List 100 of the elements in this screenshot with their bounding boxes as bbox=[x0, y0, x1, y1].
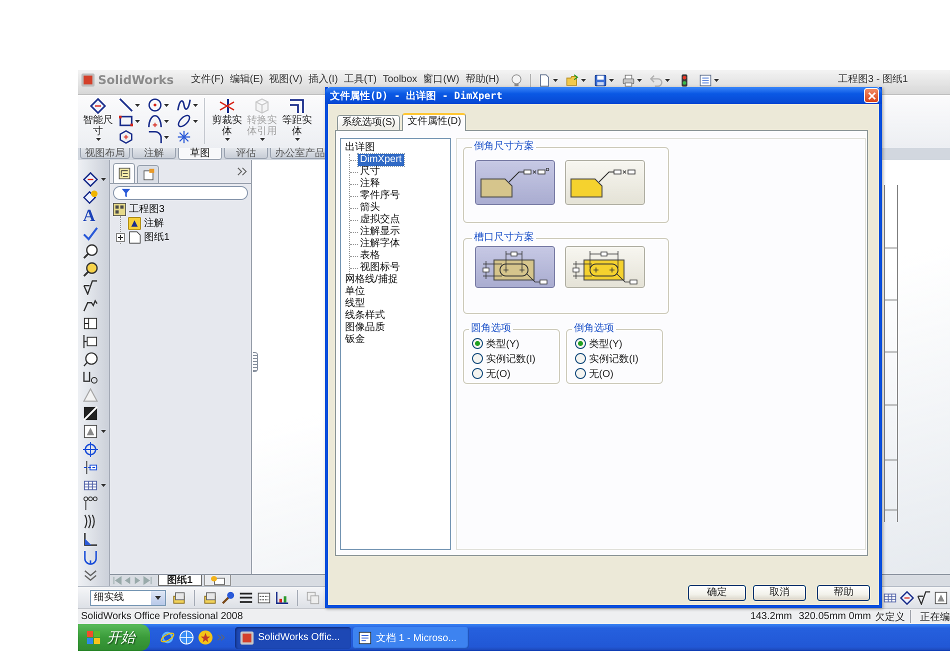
list-icon[interactable] bbox=[699, 74, 712, 86]
caret-icon[interactable] bbox=[164, 120, 169, 122]
corner-icon[interactable] bbox=[148, 130, 162, 144]
printer-icon[interactable] bbox=[622, 74, 636, 86]
radio-icon[interactable] bbox=[575, 353, 586, 364]
check-icon[interactable] bbox=[83, 226, 98, 241]
tab[interactable]: 草图 bbox=[178, 148, 222, 160]
filter-field[interactable] bbox=[113, 186, 248, 200]
radio-button[interactable]: 类型(Y) bbox=[575, 336, 622, 351]
tree-item[interactable]: 尺寸 bbox=[358, 166, 382, 178]
radio-button[interactable]: 实例记数(I) bbox=[575, 351, 638, 366]
panel-tab[interactable] bbox=[137, 165, 159, 183]
add-sheet-tab[interactable] bbox=[204, 575, 231, 586]
radio-icon[interactable] bbox=[575, 338, 586, 349]
tree-icon[interactable] bbox=[118, 167, 130, 180]
tree-item[interactable]: 视图标号 bbox=[358, 262, 402, 274]
table-icon[interactable] bbox=[83, 478, 98, 493]
radio-icon[interactable] bbox=[472, 353, 483, 364]
save-icon[interactable] bbox=[594, 74, 608, 86]
radio-icon[interactable] bbox=[472, 338, 483, 349]
caret-icon[interactable] bbox=[581, 78, 586, 82]
dialog-button[interactable]: 确定 bbox=[688, 585, 746, 601]
tree-item[interactable]: 线条样式 bbox=[343, 310, 387, 322]
radio-button[interactable]: 实例记数(I) bbox=[472, 351, 536, 366]
caret-icon[interactable] bbox=[164, 136, 169, 138]
brush-icon[interactable] bbox=[221, 590, 235, 604]
globe-icon[interactable] bbox=[179, 630, 194, 645]
menu-item[interactable]: 帮助(H) bbox=[462, 73, 502, 87]
axes-icon[interactable] bbox=[275, 590, 289, 604]
menu-item[interactable]: 视图(V) bbox=[266, 73, 306, 87]
caret-icon[interactable] bbox=[135, 104, 140, 106]
note-tool[interactable]: A bbox=[83, 208, 96, 223]
l-shape-icon[interactable] bbox=[83, 532, 98, 547]
caret-icon[interactable] bbox=[714, 78, 720, 82]
caret-icon[interactable] bbox=[193, 104, 198, 106]
rectangle-icon[interactable] bbox=[119, 114, 133, 128]
line-style-dropdown[interactable]: 细实线 bbox=[90, 590, 166, 606]
bracket-box-icon[interactable] bbox=[83, 334, 98, 349]
scheme-option[interactable] bbox=[565, 246, 645, 288]
close-button[interactable] bbox=[864, 88, 879, 103]
hatch-icon[interactable] bbox=[83, 406, 98, 421]
menu-item[interactable]: 工具(T) bbox=[340, 73, 380, 87]
tree-item[interactable]: 工程图3 bbox=[129, 202, 165, 216]
crosshair-icon[interactable] bbox=[83, 442, 98, 457]
diamond-star-icon[interactable] bbox=[83, 190, 98, 205]
tab[interactable]: 文件属性(D) bbox=[402, 113, 466, 131]
line-icon[interactable] bbox=[119, 98, 133, 112]
layers-icon[interactable] bbox=[203, 590, 217, 604]
tree-item[interactable]: 注解字体 bbox=[358, 238, 402, 250]
tab[interactable]: 注解 bbox=[132, 148, 176, 159]
properties-icon[interactable] bbox=[142, 168, 154, 181]
caret-icon[interactable] bbox=[665, 78, 670, 82]
table-icon[interactable] bbox=[883, 590, 897, 604]
caret-icon[interactable] bbox=[101, 484, 106, 487]
add-sheet-icon[interactable] bbox=[210, 576, 225, 584]
caret-icon[interactable] bbox=[164, 104, 169, 106]
star-magnifier-icon[interactable] bbox=[83, 262, 98, 277]
caret-icon[interactable] bbox=[155, 596, 161, 600]
bead-icon[interactable] bbox=[83, 550, 98, 565]
star-icon[interactable] bbox=[198, 630, 213, 645]
offset-lines-icon[interactable] bbox=[289, 98, 305, 114]
command-button[interactable]: 等距实体 bbox=[281, 98, 313, 141]
v-mark-icon[interactable] bbox=[83, 280, 98, 295]
circle-icon[interactable] bbox=[148, 98, 162, 112]
tree-item[interactable]: 注解显示 bbox=[358, 226, 402, 238]
hexagon-icon[interactable] bbox=[119, 130, 133, 144]
tab[interactable]: 视图布局 bbox=[80, 148, 130, 159]
tab[interactable]: 评估 bbox=[224, 148, 268, 159]
block-icon[interactable] bbox=[83, 424, 98, 439]
menu-item[interactable]: 窗口(W) bbox=[420, 73, 462, 87]
crossed-lines-icon[interactable] bbox=[219, 98, 235, 114]
tree-item[interactable]: 零件序号 bbox=[358, 190, 402, 202]
scheme-option[interactable] bbox=[475, 246, 555, 288]
magnifier-icon[interactable] bbox=[83, 244, 98, 259]
ring-icon[interactable] bbox=[83, 352, 98, 367]
close-icon[interactable] bbox=[868, 92, 876, 100]
panel-tab[interactable] bbox=[113, 163, 135, 183]
line-weight-icon[interactable] bbox=[239, 590, 253, 604]
tree-item[interactable]: 钣金 bbox=[343, 334, 367, 346]
v-mark-icon[interactable] bbox=[917, 590, 931, 604]
radio-button[interactable]: 类型(Y) bbox=[472, 336, 520, 351]
menu-item[interactable]: 文件(F) bbox=[188, 73, 227, 87]
caret-icon[interactable] bbox=[101, 178, 106, 181]
diamond-icon[interactable] bbox=[83, 172, 98, 187]
orbit-icon[interactable] bbox=[160, 630, 175, 645]
arc-icon[interactable] bbox=[148, 114, 162, 128]
caret-icon[interactable] bbox=[553, 78, 558, 82]
splitter-handle[interactable] bbox=[253, 352, 258, 372]
ellipse-icon[interactable] bbox=[177, 114, 191, 128]
tree-item[interactable]: 图像品质 bbox=[343, 322, 387, 334]
radio-button[interactable]: 无(O) bbox=[575, 366, 614, 381]
tree-item[interactable]: 单位 bbox=[343, 286, 367, 298]
caret-icon[interactable] bbox=[96, 138, 100, 141]
radio-icon[interactable] bbox=[575, 368, 586, 379]
tree-item[interactable]: 图纸1 bbox=[144, 230, 170, 244]
taskbar-button[interactable]: 文档 1 - Microso... bbox=[353, 626, 469, 648]
taskbar-button[interactable]: SolidWorks Offic... bbox=[235, 626, 351, 648]
layers-icon[interactable] bbox=[172, 590, 186, 604]
tree-item[interactable]: 注释 bbox=[358, 178, 382, 190]
tree-item[interactable]: 线型 bbox=[343, 298, 367, 310]
